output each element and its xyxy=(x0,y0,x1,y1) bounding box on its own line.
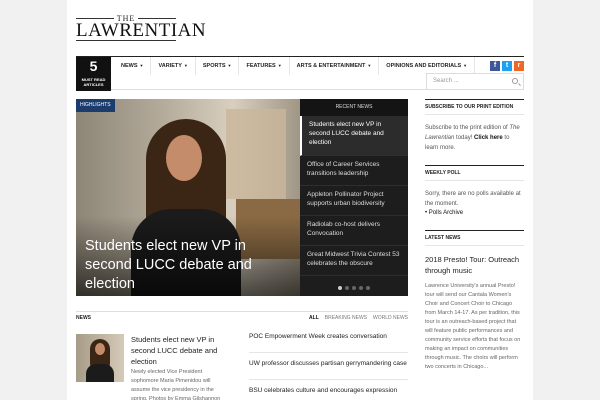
tab-world-news[interactable]: WORLD NEWS xyxy=(373,315,408,321)
lead-article-title[interactable]: Students elect new VP in second LUCC deb… xyxy=(131,334,231,367)
recent-news-panel: RECENT NEWS Students elect new VP in sec… xyxy=(300,99,408,296)
nav-item-news[interactable]: NEWS ▼ xyxy=(114,57,152,75)
twitter-icon[interactable]: t xyxy=(502,61,512,71)
news-section-header: NEWS ALL BREAKING NEWS WORLD NEWS xyxy=(76,311,408,324)
recent-news-title: RECENT NEWS xyxy=(300,99,408,116)
nav-item-features[interactable]: FEATURES ▼ xyxy=(239,57,290,75)
chevron-down-icon: ▼ xyxy=(139,63,144,68)
nav-item-sports[interactable]: SPORTS ▼ xyxy=(196,57,240,75)
latest-news-headline[interactable]: 2018 Presto! Tour: Outreach through musi… xyxy=(425,254,524,276)
subscribe-title: SUBSCRIBE TO OUR PRINT EDITION xyxy=(425,99,524,115)
recent-news-item[interactable]: Students elect new VP in second LUCC deb… xyxy=(300,116,408,156)
slider-dot[interactable] xyxy=(352,286,356,290)
latest-news-excerpt: Lawrence University's annual Presto! tou… xyxy=(425,283,521,370)
list-item[interactable]: UW professor discusses partisan gerryman… xyxy=(249,353,408,380)
search-input[interactable]: Search ... xyxy=(426,73,524,90)
news-filters: ALL BREAKING NEWS WORLD NEWS xyxy=(309,315,408,321)
chevron-down-icon: ▼ xyxy=(183,63,188,68)
sidebar: SUBSCRIBE TO OUR PRINT EDITION Subscribe… xyxy=(425,99,524,372)
lead-article-excerpt: Newly elected Vice President sophomore M… xyxy=(131,369,221,400)
search-icon[interactable] xyxy=(512,78,518,84)
recent-news-item[interactable]: Appleton Pollinator Project supports urb… xyxy=(300,186,408,216)
recent-news-item[interactable]: Great Midwest Trivia Contest 53 celebrat… xyxy=(300,246,408,276)
slider-dot[interactable] xyxy=(359,286,363,290)
highlights-tag: HIGHLIGHTS xyxy=(76,99,115,112)
must-read-label: MUST READ ARTICLES xyxy=(81,77,106,87)
nav-item-arts[interactable]: ARTS & ENTERTAINMENT ▼ xyxy=(290,57,380,75)
weekly-poll-title: WEEKLY POLL xyxy=(425,165,524,181)
poll-message: Sorry, there are no polls available at t… xyxy=(425,191,521,207)
chevron-down-icon: ▼ xyxy=(227,63,232,68)
list-item[interactable]: BSU celebrates culture and encourages ex… xyxy=(249,380,408,400)
highlight-slide[interactable]: HIGHLIGHTS Students elect new VP in seco… xyxy=(76,99,300,296)
list-item[interactable]: POC Empowerment Week creates conversatio… xyxy=(249,326,408,353)
page: THE LAWRENTIAN 5 MUST READ ARTICLES NEWS… xyxy=(67,0,533,400)
news-list: POC Empowerment Week creates conversatio… xyxy=(249,326,408,400)
rss-icon[interactable]: r xyxy=(514,61,524,71)
nav-item-variety[interactable]: VARIETY ▼ xyxy=(151,57,196,75)
slider-dot[interactable] xyxy=(338,286,342,290)
chevron-down-icon: ▼ xyxy=(463,63,468,68)
tab-breaking-news[interactable]: BREAKING NEWS xyxy=(325,315,367,321)
facebook-icon[interactable]: f xyxy=(490,61,500,71)
recent-news-item[interactable]: Radiolab co-host delivers Convocation xyxy=(300,216,408,246)
subscribe-text: Subscribe to the print edition of The La… xyxy=(425,125,520,151)
nav-menu: NEWS ▼ VARIETY ▼ SPORTS ▼ FEATURES ▼ ARTS & … xyxy=(114,57,476,75)
subscribe-link[interactable]: Click here xyxy=(474,135,503,141)
latest-news-title: LATEST NEWS xyxy=(425,230,524,246)
chevron-down-icon: ▼ xyxy=(277,63,282,68)
social-links: f t r xyxy=(490,61,524,71)
polls-archive-link[interactable]: • Polls Archive xyxy=(425,210,524,216)
hero-headline[interactable]: Students elect new VP in second LUCC deb… xyxy=(85,237,285,294)
slider-dot[interactable] xyxy=(345,286,349,290)
slider-dot[interactable] xyxy=(366,286,370,290)
slider-dots xyxy=(300,286,408,290)
chevron-down-icon: ▼ xyxy=(367,63,372,68)
recent-news-item[interactable]: Office of Career Services transitions le… xyxy=(300,156,408,186)
must-read-button[interactable]: 5 MUST READ ARTICLES xyxy=(76,57,111,91)
logo-name: LAWRENTIAN xyxy=(76,20,207,41)
must-read-count: 5 xyxy=(89,58,98,74)
lead-article-thumbnail[interactable] xyxy=(76,334,124,382)
news-section-title: NEWS xyxy=(76,315,91,321)
site-logo[interactable]: THE LAWRENTIAN xyxy=(76,14,206,42)
tab-all[interactable]: ALL xyxy=(309,315,319,321)
